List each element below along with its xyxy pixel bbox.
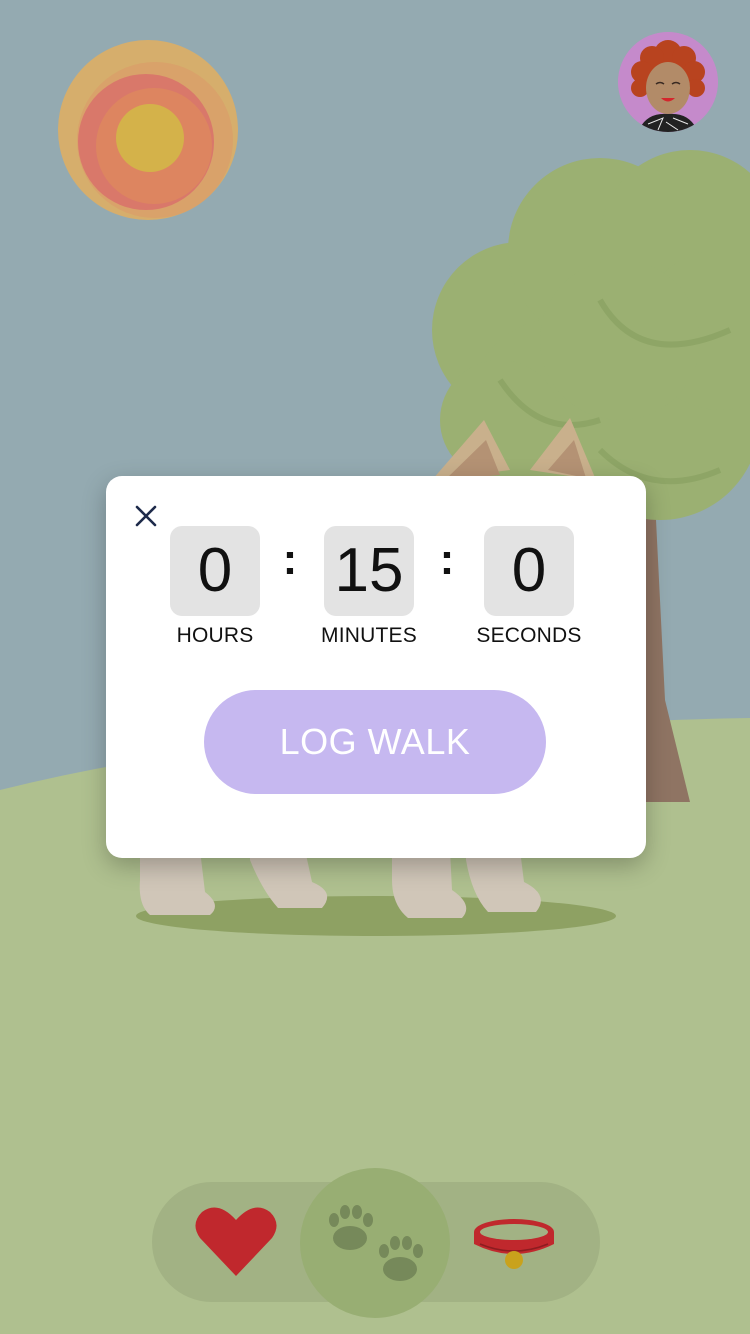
hours-minutes-separator: : [282, 535, 298, 584]
nav-item-collar[interactable] [470, 1214, 558, 1274]
nav-item-heart[interactable] [192, 1204, 280, 1280]
sun-illustration [58, 40, 238, 220]
hours-field[interactable]: 0 [170, 526, 260, 616]
hours-label: HOURS [176, 624, 254, 647]
close-icon [135, 505, 157, 527]
user-avatar[interactable] [618, 32, 718, 132]
minutes-label: MINUTES [321, 624, 417, 647]
nav-item-walks[interactable] [322, 1198, 430, 1288]
seconds-label: SECONDS [476, 624, 582, 647]
log-walk-dialog: 0 HOURS : 15 MINUTES : 0 SECONDS LOG WAL… [106, 476, 646, 858]
minutes-seconds-separator: : [439, 535, 455, 584]
collar-icon [474, 1219, 554, 1269]
paw-prints-icon [329, 1205, 423, 1281]
log-walk-button[interactable]: LOG WALK [204, 690, 546, 794]
close-button[interactable] [132, 502, 160, 530]
heart-icon [195, 1207, 277, 1276]
avatar-illustration [618, 32, 718, 132]
seconds-field[interactable]: 0 [484, 526, 574, 616]
minutes-field[interactable]: 15 [324, 526, 414, 616]
